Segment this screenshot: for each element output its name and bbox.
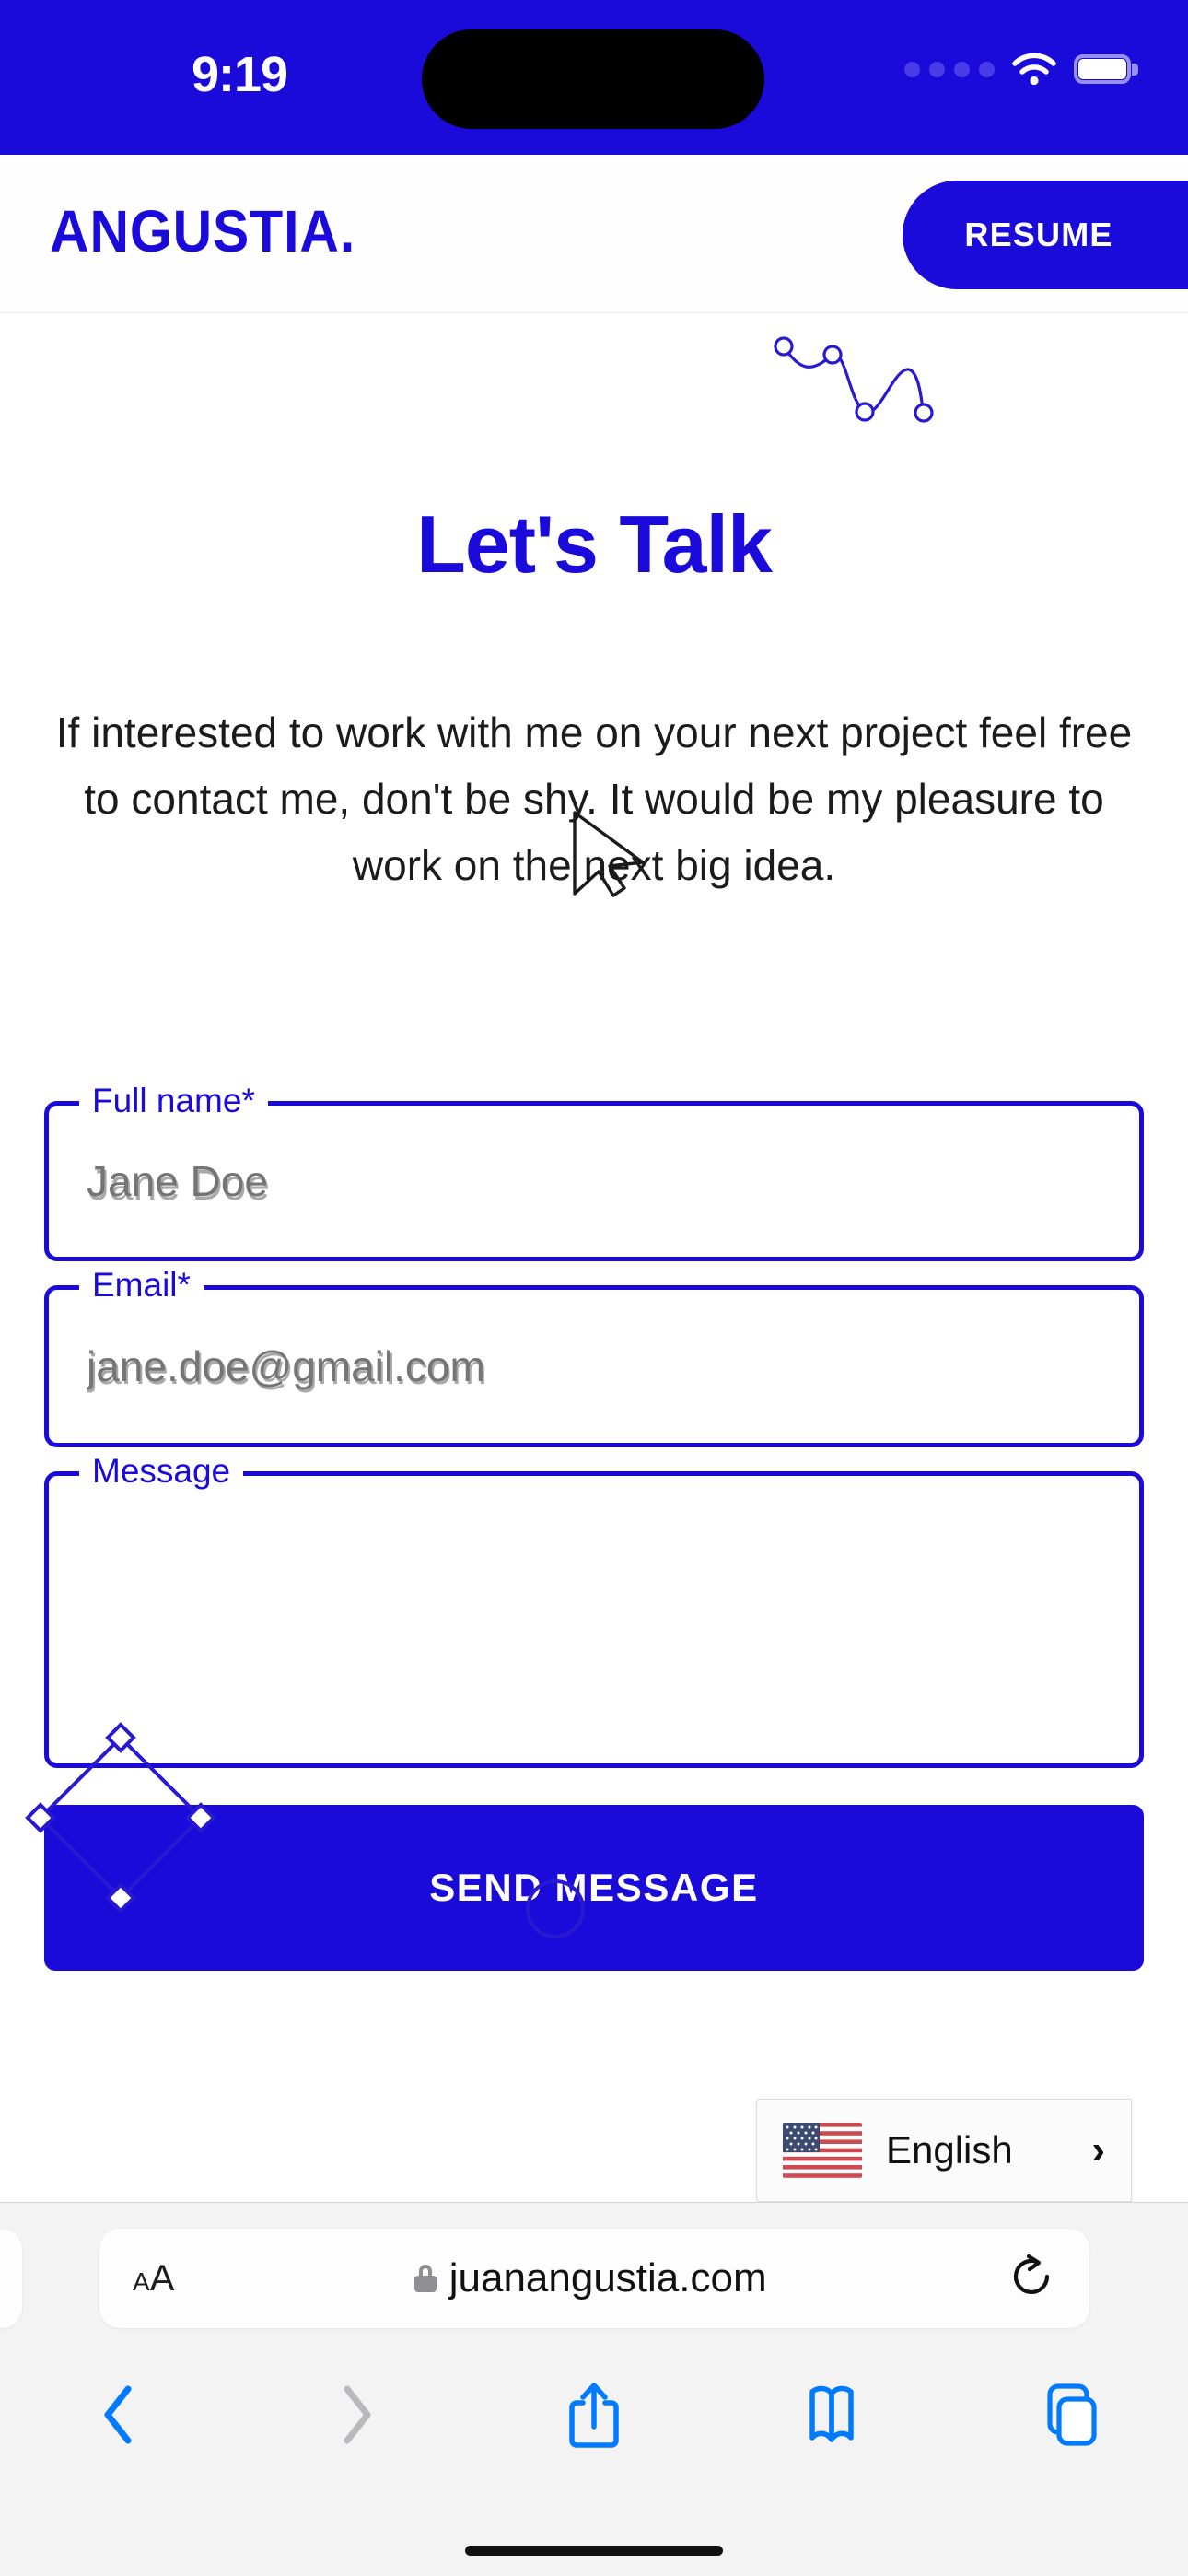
adjacent-tab-edge[interactable]: [0, 2229, 22, 2328]
book-icon[interactable]: [713, 2383, 950, 2447]
wifi-icon: [1011, 52, 1057, 87]
field-email: Email* jane.doe@gmail.com: [44, 1265, 1144, 1447]
status-bar: 9:19: [0, 0, 1188, 155]
squiggle-line-decoration: [774, 330, 939, 436]
lock-icon: [413, 2265, 437, 2292]
us-flag-icon: [783, 2123, 862, 2178]
status-bar-time: 9:19: [191, 47, 288, 102]
safari-toolbar: [0, 2350, 1188, 2479]
tabs-icon[interactable]: [950, 2381, 1188, 2449]
full-name-input[interactable]: [44, 1101, 1144, 1261]
share-icon[interactable]: [475, 2379, 713, 2451]
home-indicator: [465, 2546, 723, 2556]
cursor-arrow-decoration: [571, 809, 654, 904]
chevron-right-icon[interactable]: ›: [1091, 2127, 1105, 2173]
page-content: Let's Talk If interested to work with me…: [0, 313, 1188, 2202]
back-button[interactable]: [0, 2382, 238, 2448]
resume-button[interactable]: RESUME: [903, 181, 1188, 289]
dynamic-island: [422, 29, 764, 129]
message-input[interactable]: [44, 1471, 1144, 1768]
url-bar[interactable]: AAAA juanangustia.com: [99, 2229, 1089, 2328]
language-name: English: [886, 2128, 1013, 2172]
forward-button: [238, 2382, 475, 2448]
safari-browser-bar: AAAA juanangustia.com: [0, 2202, 1188, 2576]
page-title: Let's Talk: [416, 498, 773, 590]
site-header: ANGUSTIA. RESUME: [0, 155, 1188, 313]
field-message: Message: [44, 1451, 1144, 1768]
email-input[interactable]: [44, 1285, 1144, 1447]
url-text: juanangustia.com: [448, 2255, 767, 2301]
signal-dots-icon: [904, 61, 995, 77]
field-full-name: Full name* Jane Doe: [44, 1081, 1144, 1261]
phone-screen: 9:19 ANGUSTIA. RESUME Let's Talk If inte…: [0, 0, 1188, 2576]
url-row: AAAA juanangustia.com: [0, 2229, 1188, 2328]
send-message-button[interactable]: SEND MESSAGE: [44, 1805, 1144, 1971]
site-logo[interactable]: ANGUSTIA.: [50, 197, 355, 265]
url-center: juanangustia.com: [174, 2255, 1007, 2301]
contact-form: Full name* Jane Doe Email* jane.doe@gmai…: [44, 1081, 1144, 1971]
language-selector[interactable]: English ›: [756, 2099, 1132, 2202]
text-size-button[interactable]: AAAA: [133, 2258, 174, 2300]
status-bar-indicators: [904, 52, 1138, 87]
battery-icon: [1074, 54, 1138, 84]
reload-icon[interactable]: [1007, 2252, 1056, 2306]
